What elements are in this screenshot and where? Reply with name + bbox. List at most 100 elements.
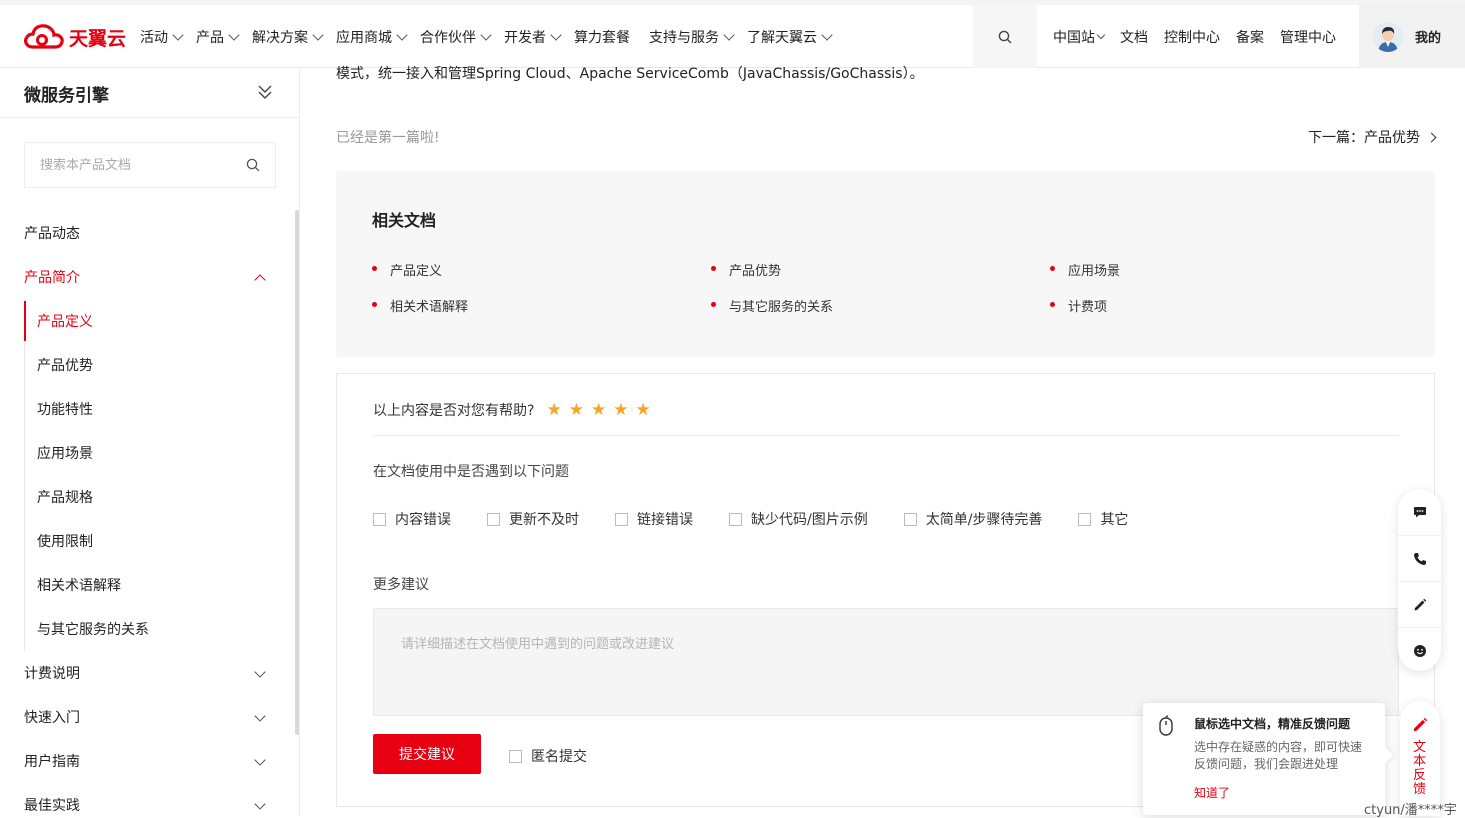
issue-checkbox[interactable]: 内容错误 bbox=[373, 509, 451, 529]
sidebar-item-billing[interactable]: 计费说明 bbox=[0, 651, 290, 695]
star-icon[interactable]: ★ bbox=[569, 401, 584, 419]
search-icon[interactable] bbox=[246, 158, 260, 172]
doc-sidebar: 微服务引擎 产品动态 产品简介 产品定义产品优势功能特性应用场景产品规格使用限制… bbox=[0, 69, 300, 816]
floating-toolbar bbox=[1398, 489, 1441, 671]
anonymous-label: 匿名提交 bbox=[531, 749, 587, 765]
chevron-down-icon bbox=[480, 28, 492, 41]
nav-item[interactable]: 开发者 bbox=[504, 27, 562, 47]
sidebar-item-user-guide[interactable]: 用户指南 bbox=[0, 739, 290, 783]
sidebar-item-best-practice[interactable]: 最佳实践 bbox=[0, 783, 290, 816]
star-icon[interactable]: ★ bbox=[546, 401, 561, 419]
tip-dismiss-link[interactable]: 知道了 bbox=[1194, 784, 1230, 801]
chevron-down-icon bbox=[254, 798, 266, 810]
mouse-icon bbox=[1159, 715, 1173, 736]
docs-link[interactable]: 文档 bbox=[1120, 27, 1148, 47]
chat-button[interactable] bbox=[1398, 489, 1441, 535]
sidebar-subitem[interactable]: 相关术语解释 bbox=[0, 563, 290, 607]
chevron-down-icon bbox=[550, 28, 562, 41]
issue-label: 链接错误 bbox=[637, 512, 693, 528]
sidebar-subitem[interactable]: 功能特性 bbox=[0, 387, 290, 431]
nav-item[interactable]: 支持与服务 bbox=[649, 27, 735, 47]
sidebar-search-input[interactable] bbox=[40, 157, 220, 173]
issue-label: 内容错误 bbox=[395, 512, 451, 528]
sidebar-subitem[interactable]: 产品定义 bbox=[0, 299, 290, 343]
sidebar-subitem[interactable]: 产品规格 bbox=[0, 475, 290, 519]
checkbox-box bbox=[487, 512, 500, 526]
chevron-down-icon bbox=[228, 28, 240, 41]
nav-item[interactable]: 产品 bbox=[196, 27, 240, 47]
region-label: 中国站 bbox=[1053, 29, 1095, 46]
tip-title: 鼠标选中文档，精准反馈问题 bbox=[1194, 717, 1351, 731]
related-doc-link[interactable]: 应用场景 bbox=[1050, 260, 1120, 279]
sidebar-item-product-intro[interactable]: 产品简介 bbox=[0, 255, 290, 299]
filing-link[interactable]: 备案 bbox=[1236, 27, 1264, 47]
sidebar-item-product-news[interactable]: 产品动态 bbox=[0, 211, 290, 255]
phone-button[interactable] bbox=[1398, 535, 1441, 581]
nav-item[interactable]: 算力套餐 bbox=[574, 27, 630, 47]
suggestion-textarea[interactable] bbox=[373, 608, 1399, 716]
sidebar-item-label: 计费说明 bbox=[24, 666, 80, 682]
issue-checkbox[interactable]: 太简单/步骤待完善 bbox=[903, 509, 1042, 529]
chevron-down-icon bbox=[254, 754, 266, 766]
chevron-down-icon bbox=[172, 28, 184, 41]
edit-button[interactable] bbox=[1398, 581, 1441, 627]
sidebar-item-quick-start[interactable]: 快速入门 bbox=[0, 695, 290, 739]
sidebar-subitem[interactable]: 使用限制 bbox=[0, 519, 290, 563]
console-link[interactable]: 控制中心 bbox=[1164, 27, 1220, 47]
chevron-down-icon bbox=[312, 28, 324, 41]
management-link[interactable]: 管理中心 bbox=[1280, 27, 1336, 47]
region-switch[interactable]: 中国站 bbox=[1053, 27, 1106, 47]
sidebar-subitem[interactable]: 应用场景 bbox=[0, 431, 290, 475]
star-icon[interactable]: ★ bbox=[591, 401, 606, 419]
nav-item[interactable]: 合作伙伴 bbox=[420, 27, 492, 47]
nav-item-label: 活动 bbox=[140, 29, 168, 46]
star-icon[interactable]: ★ bbox=[613, 401, 628, 419]
issue-label: 缺少代码/图片示例 bbox=[751, 512, 868, 528]
sidebar-subitem[interactable]: 与其它服务的关系 bbox=[0, 607, 290, 651]
chevron-down-icon bbox=[254, 666, 266, 678]
header-right-links: 中国站 文档 控制中心 备案 管理中心 bbox=[1053, 5, 1352, 68]
sidebar-item-label: 最佳实践 bbox=[24, 798, 80, 814]
related-doc-link[interactable]: 产品定义 bbox=[372, 260, 442, 279]
related-doc-link[interactable]: 相关术语解释 bbox=[372, 296, 468, 315]
sidebar-scrollbar[interactable] bbox=[295, 210, 299, 735]
double-chevron-icon[interactable] bbox=[258, 83, 272, 101]
issue-label: 其它 bbox=[1100, 512, 1129, 528]
nav-item[interactable]: 解决方案 bbox=[252, 27, 324, 47]
issue-checkbox[interactable]: 缺少代码/图片示例 bbox=[729, 509, 868, 529]
submit-suggestion-button[interactable]: 提交建议 bbox=[373, 734, 481, 774]
related-doc-link[interactable]: 与其它服务的关系 bbox=[711, 296, 833, 315]
nav-item[interactable]: 应用商城 bbox=[336, 27, 408, 47]
related-doc-link[interactable]: 计费项 bbox=[1050, 296, 1107, 315]
nav-item-label: 合作伙伴 bbox=[420, 29, 476, 46]
issue-checkbox[interactable]: 其它 bbox=[1078, 509, 1128, 529]
nav-item[interactable]: 活动 bbox=[140, 27, 184, 47]
next-article-link[interactable]: 下一篇：产品优势 bbox=[1308, 127, 1437, 147]
helpful-question-label: 以上内容是否对您有帮助? bbox=[373, 403, 535, 419]
header-search-button[interactable] bbox=[973, 5, 1037, 68]
related-doc-link[interactable]: 产品优势 bbox=[711, 260, 781, 279]
issue-label: 更新不及时 bbox=[509, 512, 579, 528]
more-suggestions-label: 更多建议 bbox=[373, 577, 429, 593]
chevron-down-icon bbox=[821, 28, 833, 41]
intro-text: 模式，统一接入和管理Spring Cloud、Apache ServiceCom… bbox=[336, 66, 924, 82]
avatar bbox=[1373, 21, 1403, 52]
nav-item[interactable]: 了解天翼云 bbox=[747, 27, 833, 47]
logo[interactable]: 天翼云 bbox=[23, 23, 126, 51]
user-menu[interactable]: 我的 bbox=[1359, 5, 1465, 68]
nav-item-label: 应用商城 bbox=[336, 29, 392, 46]
checkbox-box bbox=[729, 512, 742, 526]
emoji-button[interactable] bbox=[1398, 627, 1441, 673]
user-label: 我的 bbox=[1415, 31, 1442, 46]
related-docs-panel: 相关文档 产品定义 产品优势 应用场景 相关术语解释 与其它服务的关系 计费项 bbox=[336, 171, 1435, 357]
anonymous-checkbox[interactable]: 匿名提交 bbox=[509, 746, 587, 766]
sidebar-subitem[interactable]: 产品优势 bbox=[0, 343, 290, 387]
star-icon[interactable]: ★ bbox=[635, 401, 650, 419]
pencil-icon bbox=[1414, 598, 1426, 610]
issue-checkbox[interactable]: 链接错误 bbox=[615, 509, 693, 529]
sidebar-submenu: 产品定义 产品优势 功能特性 应用场景 产品规格 使用限制 相关术语解释 与其它服务的关系 bbox=[0, 299, 290, 651]
main-nav: 活动 产品 解决方案 应用商城 合作伙伴 开发者 算力套餐 支持与服务 了解天翼云 bbox=[140, 5, 845, 68]
sidebar-divider bbox=[0, 117, 299, 118]
nav-item-label: 支持与服务 bbox=[649, 29, 719, 46]
issue-checkbox[interactable]: 更新不及时 bbox=[487, 509, 579, 529]
